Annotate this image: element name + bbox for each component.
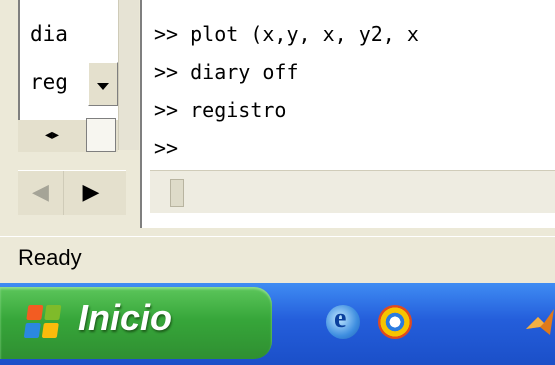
triangle-right-icon[interactable]: ▶ [68,171,114,215]
command-line: >> plot (x,y, x, y2, x [154,22,419,46]
command-horizontal-scrollbar[interactable] [150,170,555,213]
history-item[interactable]: reg [30,70,68,94]
taskbar: Inicio [0,283,555,365]
windows-logo-icon [23,305,63,339]
matlab-icon[interactable] [524,305,555,339]
status-text: Ready [18,245,82,270]
scrollbar-thumb[interactable] [170,179,184,207]
scroll-down-button[interactable] [88,62,118,106]
chevron-down-icon [97,83,109,90]
triangle-left-icon[interactable]: ◀ [18,171,64,215]
browser-icon[interactable] [378,305,412,339]
internet-explorer-icon[interactable] [326,303,360,339]
start-button[interactable]: Inicio [0,287,272,359]
start-label: Inicio [78,297,173,338]
command-line: >> registro [154,98,287,122]
history-item[interactable]: dia [30,22,68,46]
scroll-corner-box [86,118,116,152]
history-nav-bar: ◀ ▶ [18,170,126,215]
status-bar: Ready [0,236,555,281]
command-line: >> diary off [154,60,299,84]
left-right-arrows-icon[interactable]: ◂▸ [22,122,82,148]
command-prompt[interactable]: >> [154,136,178,160]
history-vertical-scrollbar[interactable] [118,0,139,150]
command-window[interactable]: >> plot (x,y, x, y2, x >> diary off >> r… [140,0,555,228]
command-history-panel: dia reg ◂▸ ◀ ▶ [0,0,139,228]
